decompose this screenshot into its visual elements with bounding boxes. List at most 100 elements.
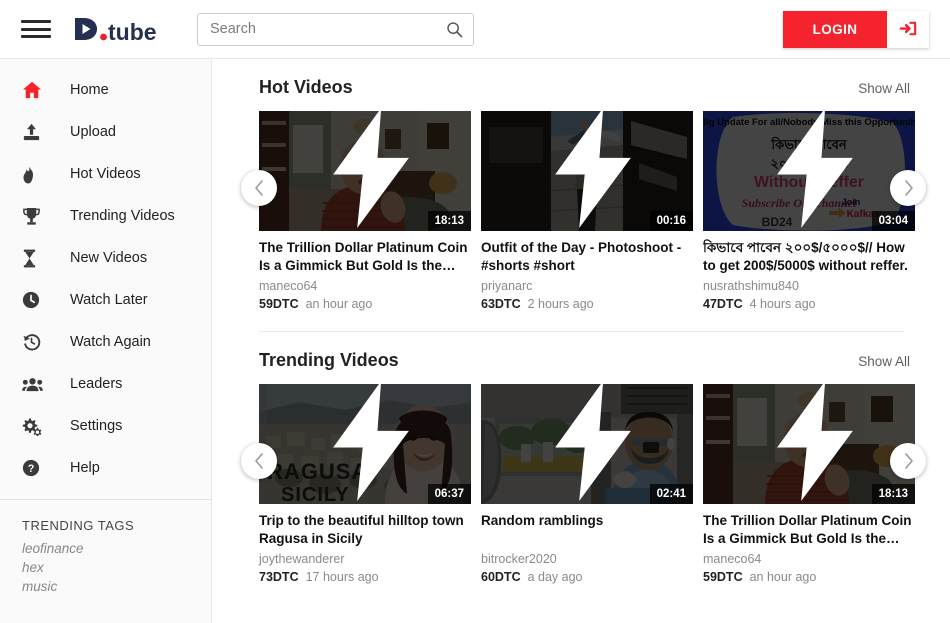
chevron-left-icon [254, 453, 263, 469]
hamburger-menu-icon[interactable] [21, 18, 51, 40]
svg-text:tube: tube [108, 19, 157, 42]
sidebar-item-hot-videos[interactable]: Hot Videos [0, 153, 211, 195]
video-card[interactable]: 991K 00:16 Outfit of the Day - Photoshoo… [481, 111, 693, 311]
duration-badge: 02:41 [649, 483, 693, 504]
video-timestamp: a day ago [527, 570, 583, 584]
sidebar-item-watch-again[interactable]: Watch Again [0, 321, 211, 363]
video-timestamp: 4 hours ago [749, 297, 816, 311]
video-card[interactable]: 1.1M 18:13 The Trillion Dollar Platinum … [703, 384, 915, 584]
video-thumbnail[interactable]: 991K 00:16 [481, 111, 693, 231]
video-title[interactable]: কিভাবে পাবেন ২০০$/৫০০০$// How to get 200… [703, 239, 915, 276]
section-header: Hot Videos Show All [213, 59, 950, 111]
sidebar-item-home[interactable]: Home [0, 69, 211, 111]
duration-badge: 06:37 [427, 483, 471, 504]
sidebar-item-label: Watch Later [70, 292, 148, 308]
video-card[interactable]: RAGUSA SICILY 2.2M 06:37 Trip to the bea… [259, 384, 471, 584]
video-card[interactable]: 2.7M 02:41 Random ramblings bitrocker202… [481, 384, 693, 584]
login-button[interactable]: LOGIN [783, 10, 887, 48]
video-card[interactable]: 1.1M 18:13 The Trillion Dollar Platinum … [259, 111, 471, 311]
search-bar[interactable] [197, 12, 474, 46]
sidebar-item-upload[interactable]: Upload [0, 111, 211, 153]
carousel-next-button[interactable] [890, 170, 926, 206]
video-thumbnail[interactable]: 1.1M 18:13 [259, 111, 471, 231]
carousel-next-button[interactable] [890, 443, 926, 479]
sidebar-item-settings[interactable]: Settings [0, 405, 211, 447]
video-timestamp: an hour ago [305, 297, 373, 311]
video-card[interactable]: Big Update For all/Nobody Miss this Oppo… [703, 111, 915, 311]
sidebar-item-trending-videos[interactable]: Trending Videos [0, 195, 211, 237]
video-author[interactable]: bitrocker2020 [481, 552, 693, 566]
video-meta: 63DTC 2 hours ago [481, 297, 693, 311]
history-icon [22, 331, 48, 353]
sidebar-item-label: Home [70, 82, 109, 98]
video-author[interactable]: maneco64 [259, 279, 471, 293]
sidebar-item-label: New Videos [70, 250, 148, 266]
show-all-link[interactable]: Show All [858, 81, 910, 96]
chevron-right-icon [904, 180, 913, 196]
show-all-link[interactable]: Show All [858, 354, 910, 369]
section-title: Hot Videos [259, 77, 353, 97]
search-icon[interactable] [446, 21, 463, 38]
sign-in-icon-button[interactable] [887, 10, 929, 48]
video-card-list: RAGUSA SICILY 2.2M 06:37 Trip to the bea… [259, 384, 915, 584]
carousel-hot-videos: 1.1M 18:13 The Trillion Dollar Platinum … [213, 111, 950, 311]
video-timestamp: an hour ago [749, 570, 817, 584]
sidebar-item-label: Hot Videos [70, 166, 141, 182]
video-meta: 59DTC an hour ago [259, 297, 471, 311]
clock-icon [22, 289, 48, 311]
video-title[interactable]: Random ramblings [481, 512, 693, 549]
sidebar-item-help[interactable]: ? Help [0, 447, 211, 489]
duration-badge: 03:04 [871, 210, 915, 231]
video-title[interactable]: The Trillion Dollar Platinum Coin Is a G… [259, 239, 471, 276]
trending-tag-item[interactable]: hex [0, 558, 211, 577]
video-meta: 59DTC an hour ago [703, 570, 915, 584]
video-meta: 73DTC 17 hours ago [259, 570, 471, 584]
gears-icon [22, 415, 48, 437]
trending-tags-heading: TRENDING TAGS [22, 518, 135, 533]
top-header: tube LOGIN [0, 0, 950, 59]
upload-icon [22, 121, 48, 143]
video-title[interactable]: Outfit of the Day - Photoshoot - #shorts… [481, 239, 693, 276]
video-dtc-reward: 73DTC [259, 570, 299, 584]
chevron-right-icon [904, 453, 913, 469]
dtube-logo[interactable]: tube [73, 16, 165, 42]
sidebar-item-label: Leaders [70, 376, 123, 392]
video-meta: 60DTC a day ago [481, 570, 693, 584]
duration-badge: 18:13 [871, 483, 915, 504]
video-author[interactable]: joythewanderer [259, 552, 471, 566]
login-group: LOGIN [783, 10, 929, 48]
chevron-left-icon [254, 180, 263, 196]
home-icon [22, 79, 48, 101]
sidebar-item-watch-later[interactable]: Watch Later [0, 279, 211, 321]
video-author[interactable]: priyanarc [481, 279, 693, 293]
hourglass-icon [22, 247, 48, 269]
video-dtc-reward: 59DTC [259, 297, 299, 311]
question-circle-icon: ? [22, 457, 48, 479]
trending-tag-item[interactable]: music [0, 577, 211, 596]
video-title[interactable]: Trip to the beautiful hilltop town Ragus… [259, 512, 471, 549]
video-dtc-reward: 60DTC [481, 570, 521, 584]
sidebar-item-label: Settings [70, 418, 123, 434]
sidebar-item-label: Help [70, 460, 100, 476]
carousel-prev-button[interactable] [241, 170, 277, 206]
video-timestamp: 17 hours ago [305, 570, 379, 584]
sidebar-item-leaders[interactable]: Leaders [0, 363, 211, 405]
video-author[interactable]: nusrathshimu840 [703, 279, 915, 293]
duration-badge: 18:13 [427, 210, 471, 231]
section-hot-videos: Hot Videos Show All 18:13 The Trillion D… [213, 59, 950, 332]
video-thumbnail[interactable]: 2.7M 02:41 [481, 384, 693, 504]
video-thumbnail[interactable]: 1.1M 18:13 [703, 384, 915, 504]
carousel-prev-button[interactable] [241, 443, 277, 479]
search-input[interactable] [210, 21, 446, 37]
section-header: Trending Videos Show All [213, 332, 950, 384]
video-meta: 47DTC 4 hours ago [703, 297, 915, 311]
main-content: Hot Videos Show All 18:13 The Trillion D… [213, 59, 950, 623]
video-title[interactable]: The Trillion Dollar Platinum Coin Is a G… [703, 512, 915, 549]
video-card-list: 1.1M 18:13 The Trillion Dollar Platinum … [259, 111, 915, 311]
section-trending-videos: Trending Videos Show All 06:37 Trip to t… [213, 332, 950, 584]
trending-tag-item[interactable]: leofinance [0, 539, 211, 558]
video-thumbnail[interactable]: Big Update For all/Nobody Miss this Oppo… [703, 111, 915, 231]
video-thumbnail[interactable]: RAGUSA SICILY 2.2M 06:37 [259, 384, 471, 504]
sidebar-item-new-videos[interactable]: New Videos [0, 237, 211, 279]
video-author[interactable]: maneco64 [703, 552, 915, 566]
